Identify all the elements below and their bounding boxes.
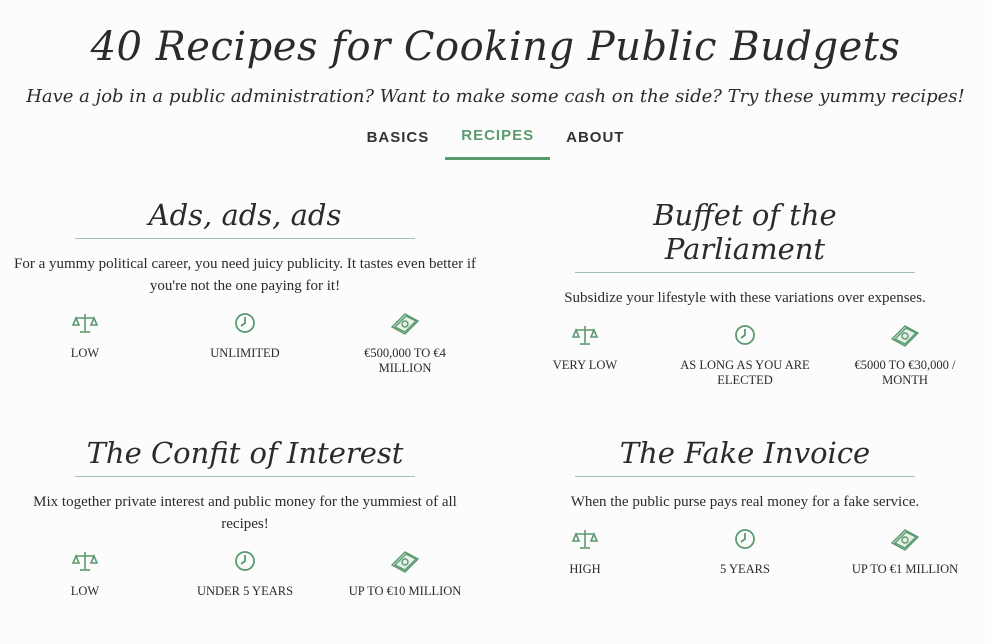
- recipe-description: Mix together private interest and public…: [33, 494, 457, 532]
- banknotes-icon: [389, 311, 421, 340]
- risk-label: HIGH: [569, 562, 601, 576]
- scales-icon: [571, 527, 599, 556]
- amount-stat: UP TO €1 MILLION: [825, 527, 985, 577]
- recipe-title[interactable]: The Fake Invoice: [575, 436, 915, 477]
- recipe-description: For a yummy political career, you need j…: [13, 256, 477, 294]
- duration-stat: UNDER 5 YEARS: [165, 549, 325, 599]
- recipe-card[interactable]: The Confit of Interest Mix together priv…: [5, 436, 485, 599]
- amount-stat: €500,000 TO €4 MILLION: [325, 311, 485, 376]
- amount-label: €5000 TO €30,000 / MONTH: [854, 358, 956, 387]
- recipe-card[interactable]: The Fake Invoice When the public purse p…: [505, 436, 985, 577]
- duration-stat: 5 YEARS: [665, 527, 825, 577]
- recipe-title[interactable]: Buffet of the Parliament: [575, 198, 915, 273]
- nav-basics[interactable]: BASICS: [351, 122, 446, 160]
- scales-icon: [71, 549, 99, 578]
- clock-icon: [733, 323, 757, 352]
- scales-icon: [71, 311, 99, 340]
- risk-stat: HIGH: [505, 527, 665, 577]
- duration-stat: AS LONG AS YOU ARE ELECTED: [665, 323, 825, 388]
- amount-label: UP TO €10 MILLION: [348, 584, 462, 598]
- recipe-stats: LOW UNDER 5 YEARS UP TO €10 MILLION: [5, 549, 485, 599]
- recipe-stats: HIGH 5 YEARS UP TO €1 MILLION: [505, 527, 985, 577]
- risk-stat: LOW: [5, 311, 165, 376]
- risk-label: LOW: [70, 346, 100, 360]
- banknotes-icon: [889, 323, 921, 352]
- site-title: 40 Recipes for Cooking Public Budgets: [90, 24, 901, 70]
- duration-label: UNDER 5 YEARS: [196, 584, 294, 598]
- recipe-stats: LOW UNLIMITED €500,000 TO €4 MILLION: [5, 311, 485, 376]
- amount-stat: €5000 TO €30,000 / MONTH: [825, 323, 985, 388]
- recipe-card[interactable]: Ads, ads, ads For a yummy political care…: [5, 198, 485, 376]
- amount-label: €500,000 TO €4 MILLION: [364, 346, 446, 375]
- main-nav: BASICS RECIPES ABOUT: [0, 122, 991, 160]
- recipe-description: When the public purse pays real money fo…: [570, 494, 920, 510]
- recipe-title[interactable]: Ads, ads, ads: [75, 198, 415, 239]
- banknotes-icon: [389, 549, 421, 578]
- duration-label: 5 YEARS: [720, 562, 770, 576]
- recipe-title[interactable]: The Confit of Interest: [75, 436, 415, 477]
- nav-about[interactable]: ABOUT: [550, 122, 640, 160]
- nav-recipes[interactable]: RECIPES: [445, 122, 551, 160]
- clock-icon: [233, 311, 257, 340]
- amount-label: UP TO €1 MILLION: [851, 562, 959, 576]
- duration-label: UNLIMITED: [210, 346, 280, 360]
- recipe-card[interactable]: Buffet of the Parliament Subsidize your …: [505, 198, 985, 388]
- amount-stat: UP TO €10 MILLION: [325, 549, 485, 599]
- duration-label: AS LONG AS YOU ARE ELECTED: [680, 358, 810, 387]
- tagline: Have a job in a public administration? W…: [26, 86, 965, 107]
- risk-stat: VERY LOW: [505, 323, 665, 388]
- risk-label: LOW: [70, 584, 100, 598]
- recipe-description: Subsidize your lifestyle with these vari…: [564, 290, 926, 306]
- clock-icon: [733, 527, 757, 556]
- risk-label: VERY LOW: [552, 358, 618, 372]
- recipe-stats: VERY LOW AS LONG AS YOU ARE ELECTED €500…: [505, 323, 985, 388]
- risk-stat: LOW: [5, 549, 165, 599]
- scales-icon: [571, 323, 599, 352]
- duration-stat: UNLIMITED: [165, 311, 325, 376]
- banknotes-icon: [889, 527, 921, 556]
- clock-icon: [233, 549, 257, 578]
